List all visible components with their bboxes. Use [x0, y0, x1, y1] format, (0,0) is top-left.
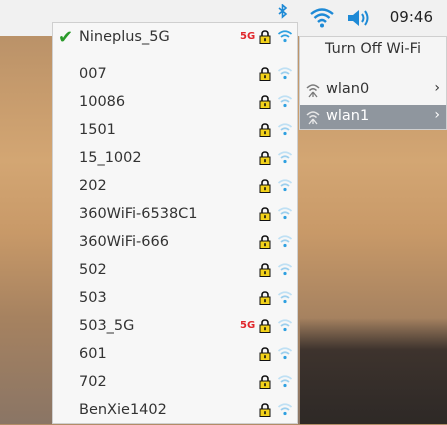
turn-off-wifi-item[interactable]: Turn Off Wi-Fi	[300, 41, 446, 57]
lock-icon	[259, 319, 271, 333]
wireless-adapter-icon	[306, 84, 320, 98]
lock-icon	[259, 263, 271, 277]
wifi-icon[interactable]	[309, 6, 335, 28]
network-item[interactable]: 10086	[53, 89, 297, 117]
network-name: 202	[79, 178, 107, 194]
network-item[interactable]: 1501	[53, 117, 297, 145]
network-item[interactable]: 503	[53, 285, 297, 313]
wifi-signal-icon	[277, 319, 293, 332]
network-list-menu: ✔ Nineplus_5G 5G 007 10086 1501 15_1002 202 360W…	[52, 22, 298, 424]
network-name: 10086	[79, 94, 126, 110]
network-name: 15_1002	[79, 150, 142, 166]
network-item[interactable]: 360WiFi-6538C1	[53, 201, 297, 229]
lock-icon	[259, 207, 271, 221]
lock-icon	[259, 235, 271, 249]
interface-item-wlan1[interactable]: wlan1 ›	[300, 105, 446, 129]
wifi-signal-icon	[277, 207, 293, 220]
wifi-signal-icon	[277, 235, 293, 248]
lock-icon	[259, 95, 271, 109]
wifi-signal-icon	[277, 403, 293, 416]
network-item[interactable]: 502	[53, 257, 297, 285]
network-item[interactable]: 503_5G 5G	[53, 313, 297, 341]
wifi-signal-icon	[277, 179, 293, 192]
clock[interactable]: 09:46	[390, 8, 433, 26]
network-name: 601	[79, 346, 107, 362]
network-name: 360WiFi-666	[79, 234, 169, 250]
wifi-signal-icon	[277, 375, 293, 388]
wifi-interface-menu: Turn Off Wi-Fi wlan0 › wlan1 ›	[299, 36, 447, 130]
network-name: 503_5G	[79, 318, 135, 334]
volume-icon[interactable]	[346, 8, 372, 28]
network-name: 1501	[79, 122, 116, 138]
network-item[interactable]: 007	[53, 61, 297, 89]
network-item[interactable]: 15_1002	[53, 145, 297, 173]
network-item[interactable]: 360WiFi-666	[53, 229, 297, 257]
lock-icon	[259, 403, 271, 417]
band-badge: 5G	[240, 31, 256, 42]
interface-label: wlan1	[326, 108, 370, 124]
wifi-signal-icon	[277, 291, 293, 304]
network-name: 503	[79, 290, 107, 306]
lock-icon	[259, 123, 271, 137]
lock-icon	[259, 179, 271, 193]
lock-icon	[259, 30, 271, 44]
wifi-signal-icon	[277, 263, 293, 276]
wallpaper-horizon	[300, 318, 447, 424]
network-name: BenXie1402	[79, 402, 167, 418]
network-name: 007	[79, 66, 107, 82]
wireless-adapter-icon	[306, 111, 320, 125]
wifi-signal-icon	[277, 123, 293, 136]
network-item[interactable]: ✔ Nineplus_5G 5G	[53, 24, 297, 52]
wifi-signal-icon	[277, 95, 293, 108]
network-item[interactable]: 601	[53, 341, 297, 369]
bluetooth-icon[interactable]	[277, 4, 289, 20]
wifi-signal-icon	[277, 347, 293, 360]
lock-icon	[259, 347, 271, 361]
wifi-signal-icon	[277, 67, 293, 80]
network-item[interactable]: 202	[53, 173, 297, 201]
network-name: 502	[79, 262, 107, 278]
connected-check-icon: ✔	[58, 27, 74, 48]
lock-icon	[259, 67, 271, 81]
interface-label: wlan0	[326, 81, 370, 97]
network-name: 702	[79, 374, 107, 390]
wifi-signal-icon	[277, 30, 293, 43]
submenu-arrow-icon: ›	[434, 107, 440, 123]
interface-item-wlan0[interactable]: wlan0 ›	[300, 78, 446, 102]
network-item[interactable]: BenXie1402	[53, 397, 297, 425]
wifi-signal-icon	[277, 151, 293, 164]
lock-icon	[259, 291, 271, 305]
lock-icon	[259, 375, 271, 389]
network-item[interactable]: 702	[53, 369, 297, 397]
lock-icon	[259, 151, 271, 165]
network-name: Nineplus_5G	[79, 29, 170, 45]
band-badge: 5G	[240, 320, 256, 331]
network-name: 360WiFi-6538C1	[79, 206, 198, 222]
submenu-arrow-icon: ›	[434, 80, 440, 96]
